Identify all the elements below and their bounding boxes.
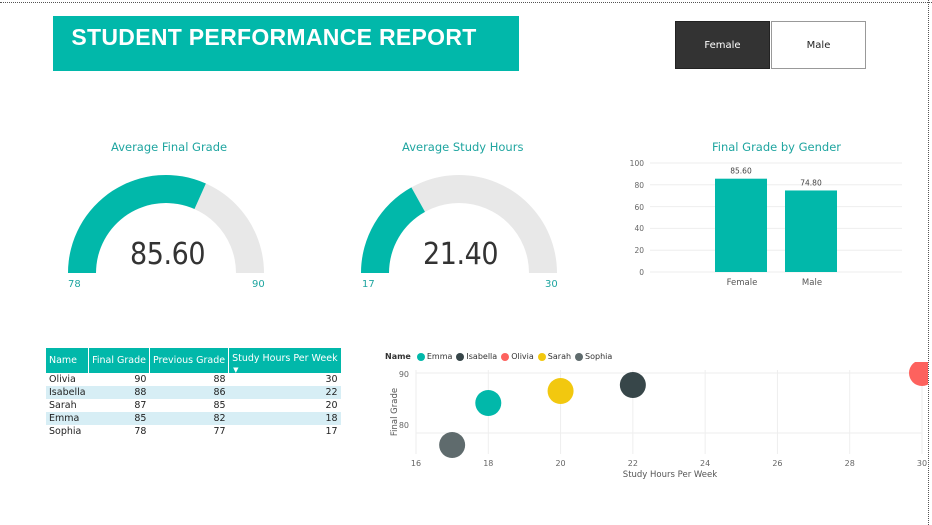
cell-study-hours: 17 — [325, 426, 338, 437]
legend-item-olivia[interactable]: Olivia — [501, 352, 534, 361]
table-row[interactable]: Sophia 78 77 17 — [46, 425, 341, 438]
bar-y-tick: 80 — [634, 181, 644, 190]
scatter-point-isabella[interactable] — [619, 372, 646, 398]
cell-final-grade: 87 — [134, 400, 147, 411]
cell-previous-grade: 88 — [213, 374, 226, 385]
bar-y-tick: 60 — [634, 203, 644, 212]
col-header-study-hours-label: Study Hours Per Week — [232, 353, 338, 364]
scatter-point-olivia[interactable] — [909, 362, 928, 386]
gauge-study-hours-min: 17 — [362, 279, 375, 290]
scatter-y-tick: 90 — [399, 370, 409, 379]
cell-study-hours: 20 — [325, 400, 338, 411]
cell-name: Sarah — [49, 400, 77, 411]
col-header-final-grade[interactable]: Final Grade — [88, 348, 150, 373]
bar-y-tick: 100 — [630, 159, 645, 168]
bar-y-tick: 20 — [634, 246, 644, 255]
cell-previous-grade: 77 — [213, 426, 226, 437]
gauge-study-hours-title: Average Study Hours — [402, 140, 524, 154]
cell-study-hours: 18 — [228, 412, 341, 425]
table-row[interactable]: Emma 85 82 18 — [46, 412, 341, 425]
canvas-top-border — [0, 2, 932, 3]
legend-label: Isabella — [466, 352, 498, 361]
gauge-study-hours-fill — [361, 187, 425, 273]
legend-label: Sarah — [547, 352, 572, 361]
legend-dot — [575, 352, 584, 361]
legend-item-isabella[interactable]: Isabella — [456, 352, 497, 361]
scatter-x-tick: 24 — [700, 459, 710, 468]
scatter-x-tick: 22 — [628, 459, 638, 468]
gauge-final-grade-value: 85.60 — [130, 237, 206, 272]
cell-study-hours: 22 — [228, 386, 341, 399]
scatter-y-axis-label: Final Grade — [390, 388, 400, 436]
scatter-x-tick: 26 — [772, 459, 782, 468]
scatter-point-sarah[interactable] — [547, 378, 574, 404]
cell-previous-grade: 82 — [149, 412, 229, 425]
cell-final-grade: 90 — [134, 374, 147, 385]
student-table[interactable]: Name Final Grade Previous Grade Study Ho… — [46, 348, 341, 438]
table-row[interactable]: Sarah 87 85 20 — [46, 399, 341, 412]
legend-item-emma[interactable]: Emma — [416, 352, 453, 361]
col-header-previous-grade[interactable]: Previous Grade — [149, 348, 230, 373]
scatter-x-tick: 18 — [483, 459, 493, 468]
scatter-legend-title: Name — [385, 352, 411, 361]
report-title: STUDENT PERFORMANCE REPORT — [71, 24, 477, 50]
gender-slicer-female[interactable]: Female — [675, 21, 770, 69]
table-row[interactable]: Isabella 88 86 22 — [46, 386, 341, 399]
gauge-study-hours-max: 30 — [545, 279, 558, 290]
col-header-study-hours[interactable]: Study Hours Per Week ▼ — [228, 348, 341, 374]
cell-final-grade: 78 — [134, 426, 147, 437]
gauge-study-hours-value: 21.40 — [423, 237, 499, 272]
bar-x-label-female: Female — [727, 278, 758, 288]
scatter-x-tick: 20 — [555, 459, 565, 468]
scatter-point-emma[interactable] — [475, 390, 502, 416]
scatter-point-sophia[interactable] — [439, 432, 466, 458]
canvas-right-border — [928, 0, 929, 525]
sort-descending-icon[interactable]: ▼ — [233, 366, 238, 374]
scatter-chart[interactable]: 90 80 16 18 20 22 24 26 28 30 Study Hour… — [380, 362, 928, 482]
table-row[interactable]: Olivia 90 88 30 — [46, 373, 341, 386]
cell-previous-grade: 85 — [213, 400, 226, 411]
legend-item-sarah[interactable]: Sarah — [537, 352, 572, 361]
legend-dot — [456, 352, 465, 361]
legend-dot — [416, 352, 425, 361]
cell-final-grade: 88 — [88, 386, 150, 399]
gauge-final-grade-min: 78 — [68, 279, 81, 290]
legend-dot — [537, 352, 546, 361]
scatter-x-axis-label: Study Hours Per Week — [623, 470, 717, 480]
bar-x-label-male: Male — [802, 278, 822, 288]
bar-y-tick: 0 — [639, 268, 644, 277]
legend-item-sophia[interactable]: Sophia — [575, 352, 612, 361]
gender-slicer-male[interactable]: Male — [771, 21, 866, 69]
scatter-x-tick: 28 — [845, 459, 855, 468]
bar-male[interactable] — [785, 190, 837, 272]
scatter-x-tick: 30 — [917, 459, 927, 468]
cell-name: Olivia — [49, 374, 76, 385]
report-title-banner: STUDENT PERFORMANCE REPORT — [53, 16, 519, 71]
bar-female-data-label: 85.60 — [730, 167, 752, 176]
cell-name: Isabella — [46, 386, 89, 399]
scatter-x-tick: 16 — [411, 459, 421, 468]
bar-y-tick: 40 — [634, 224, 644, 233]
gauge-final-grade-title: Average Final Grade — [111, 140, 228, 154]
bar-female[interactable] — [715, 178, 767, 272]
legend-label: Emma — [426, 352, 453, 361]
cell-name: Sophia — [49, 426, 82, 437]
scatter-y-tick: 80 — [399, 421, 409, 430]
legend-label: Sophia — [585, 352, 613, 361]
scatter-legend: Name Emma Isabella Olivia Sarah Sophia — [385, 352, 612, 361]
gauge-final-grade-max: 90 — [252, 279, 265, 290]
bar-male-data-label: 74.80 — [800, 178, 822, 187]
cell-previous-grade: 86 — [149, 386, 229, 399]
bar-chart-final-grade-by-gender[interactable]: 100 80 60 40 20 0 85.60 74.80 Female Mal… — [620, 155, 910, 290]
cell-name: Emma — [46, 412, 89, 425]
legend-dot — [501, 352, 510, 361]
col-header-name[interactable]: Name — [46, 348, 90, 373]
cell-study-hours: 30 — [325, 374, 338, 385]
bar-chart-title: Final Grade by Gender — [712, 140, 842, 154]
cell-final-grade: 85 — [88, 412, 150, 425]
legend-label: Olivia — [511, 352, 534, 361]
